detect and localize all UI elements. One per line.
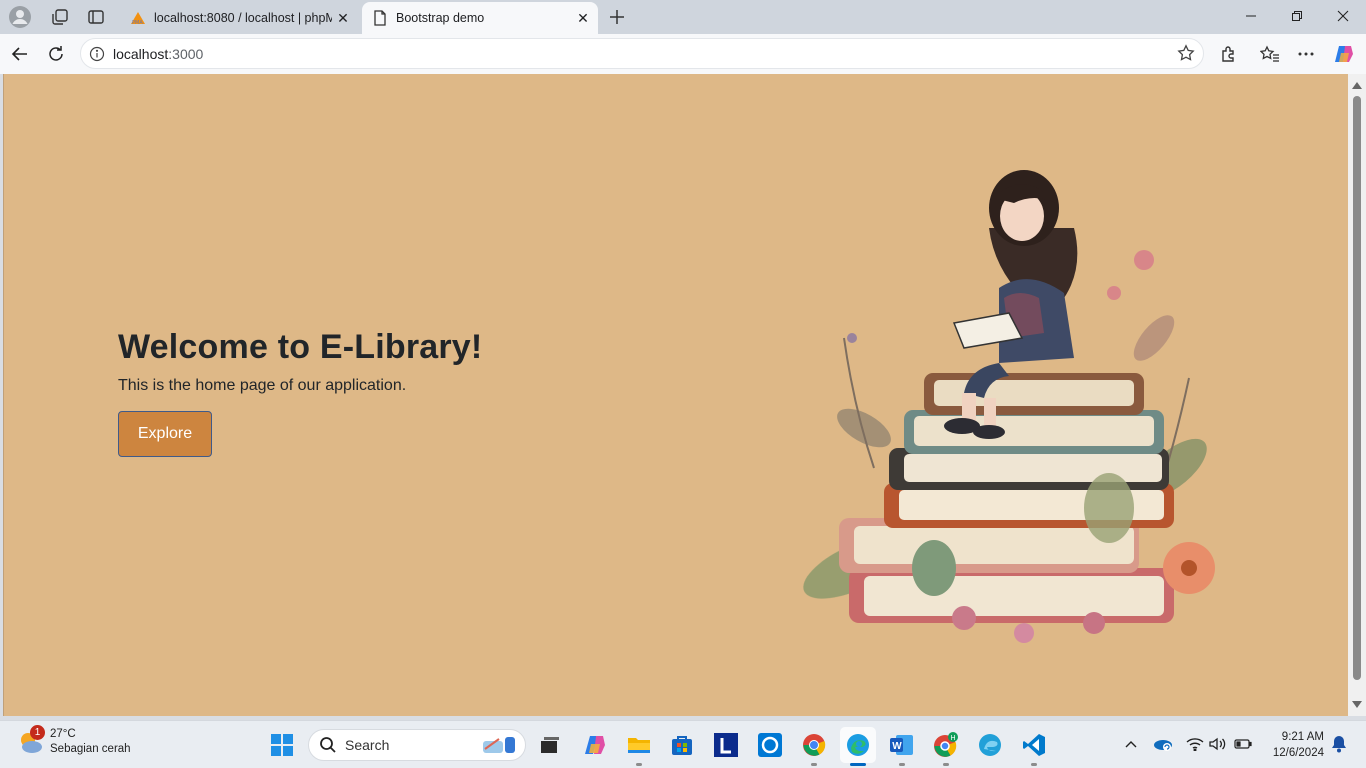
tab-title: localhost:8080 / localhost | phpMyAdmin — [154, 11, 332, 25]
refresh-button[interactable] — [42, 40, 70, 68]
l-app-icon[interactable] — [708, 727, 744, 763]
url-text: localhost:3000 — [113, 45, 204, 62]
close-tab-icon[interactable]: ✕ — [572, 7, 594, 29]
page-icon — [372, 10, 388, 26]
tab-phpmyadmin[interactable]: PMA localhost:8080 / localhost | phpMyAd… — [120, 2, 358, 34]
weather-desc: Sebagian cerah — [50, 743, 131, 755]
page-viewport: Welcome to E-Library! This is the home p… — [3, 74, 1348, 716]
cortana-icon[interactable] — [752, 727, 788, 763]
show-hidden-icons-icon[interactable] — [1120, 733, 1142, 755]
copilot-icon[interactable] — [1330, 40, 1358, 68]
svg-text:W: W — [892, 741, 902, 752]
favorite-star-icon[interactable] — [1177, 44, 1195, 67]
page-scrollbar[interactable] — [1348, 74, 1366, 716]
chrome-icon[interactable] — [796, 727, 832, 766]
page-subtitle: This is the home page of our application… — [118, 377, 407, 394]
notification-badge: 1 — [30, 725, 45, 740]
taskbar-search[interactable]: Search — [308, 729, 526, 761]
close-tab-icon[interactable]: ✕ — [332, 7, 354, 29]
scroll-down-icon[interactable] — [1352, 701, 1362, 708]
girl-reading-on-book-stack-illustration — [803, 170, 1215, 643]
svg-text:H: H — [951, 735, 956, 742]
microsoft-store-icon[interactable] — [664, 727, 700, 763]
onedrive-sync-icon[interactable] — [1152, 733, 1174, 755]
more-options-icon[interactable] — [1292, 40, 1320, 68]
new-tab-button[interactable] — [604, 4, 630, 30]
close-window-button[interactable] — [1320, 0, 1366, 32]
browser-toolbar: localhost:3000 — [0, 34, 1366, 74]
file-explorer-icon[interactable] — [621, 727, 657, 766]
search-label: Search — [345, 737, 390, 753]
volume-icon[interactable] — [1207, 733, 1229, 755]
site-info-icon[interactable] — [81, 46, 113, 62]
browser-tab-strip: PMA localhost:8080 / localhost | phpMyAd… — [0, 0, 1366, 34]
copilot-icon[interactable] — [577, 727, 613, 763]
extensions-icon[interactable] — [1215, 40, 1243, 68]
minimize-button[interactable] — [1228, 0, 1274, 32]
favorites-icon[interactable] — [1256, 40, 1284, 68]
system-clock[interactable]: 9:21 AM 12/6/2024 — [1262, 729, 1324, 761]
restore-button[interactable] — [1274, 0, 1320, 32]
tab-title: Bootstrap demo — [396, 11, 485, 25]
wifi-icon[interactable] — [1184, 733, 1206, 755]
workspaces-icon[interactable] — [46, 4, 74, 30]
edge-beta-icon[interactable] — [972, 727, 1008, 763]
word-icon[interactable]: W — [884, 727, 920, 766]
notifications-bell-icon[interactable] — [1328, 733, 1350, 755]
vscode-icon[interactable] — [1016, 727, 1052, 766]
back-button[interactable] — [6, 40, 34, 68]
clock-date: 12/6/2024 — [1272, 747, 1324, 759]
weather-temp: 27°C — [50, 728, 76, 740]
tab-actions-icon[interactable] — [82, 4, 110, 30]
address-bar[interactable]: localhost:3000 — [80, 38, 1204, 69]
edge-icon[interactable] — [840, 727, 876, 766]
search-icon — [320, 737, 336, 753]
clock-time: 9:21 AM — [1281, 731, 1324, 743]
svg-text:PMA: PMA — [132, 20, 143, 25]
profile-icon[interactable] — [6, 4, 34, 30]
battery-icon[interactable] — [1232, 733, 1254, 755]
hero-section: Welcome to E-Library! This is the home p… — [118, 328, 482, 457]
chrome-profile-icon[interactable]: H — [928, 727, 964, 766]
phpmyadmin-favicon-icon: PMA — [130, 10, 146, 26]
search-highlight-icon — [483, 737, 515, 753]
scroll-up-icon[interactable] — [1352, 82, 1362, 89]
task-view-icon[interactable] — [532, 727, 568, 763]
weather-widget[interactable]: 1 27°C Sebagian cerah — [16, 725, 131, 757]
tab-bootstrap-demo[interactable]: Bootstrap demo ✕ — [362, 2, 598, 34]
start-button[interactable] — [264, 727, 300, 763]
page-title: Welcome to E-Library! — [118, 328, 483, 366]
scroll-thumb[interactable] — [1353, 96, 1361, 680]
windows-taskbar: 1 27°C Sebagian cerah Search W H 9:21 AM… — [0, 720, 1366, 768]
explore-button[interactable]: Explore — [118, 411, 212, 457]
